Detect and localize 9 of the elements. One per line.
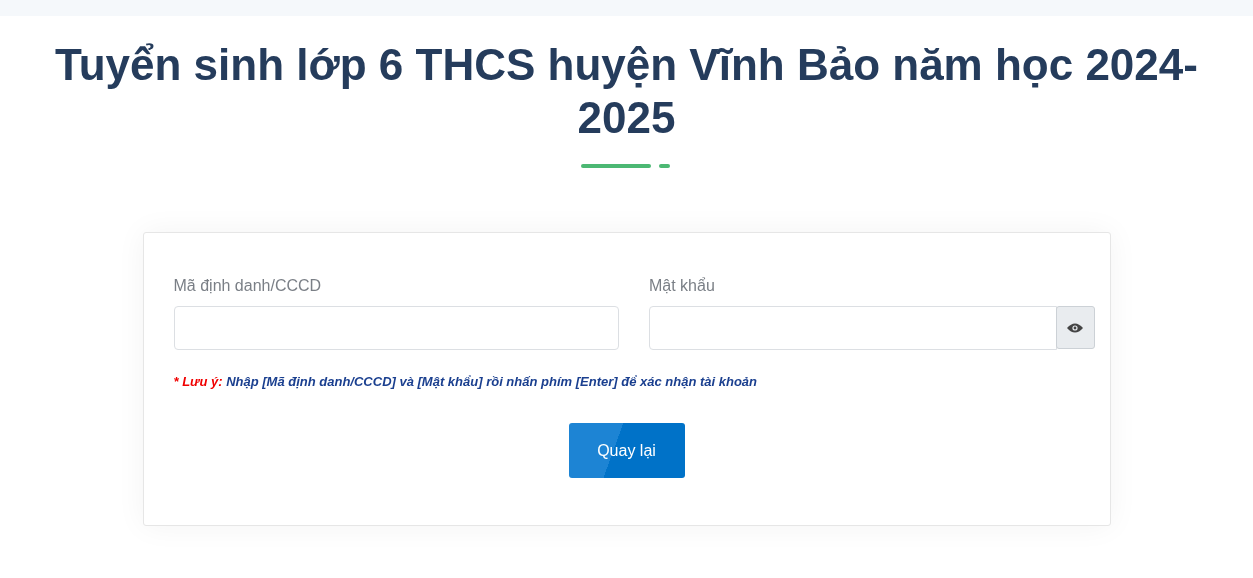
show-password-button[interactable] [1055, 306, 1095, 349]
eye-icon [1066, 321, 1085, 334]
password-field[interactable] [649, 306, 1057, 350]
back-button[interactable]: Quay lại [568, 423, 685, 478]
field-label: Mật khẩu [649, 277, 716, 295]
page-title: Tuyển sinh lớp 6 THCS huyện Vĩnh Bảo năm học 2024-2025 [54, 39, 1199, 144]
field-label: Mã định danh/CCCD [173, 277, 323, 295]
note-text: * Lưu ý: Nhập [Mã định danh/CCCD] và [Mật khẩu] rồi nhấn phím [Enter] để xác nhận tài khoản [173, 374, 758, 389]
id-field[interactable] [173, 306, 619, 350]
